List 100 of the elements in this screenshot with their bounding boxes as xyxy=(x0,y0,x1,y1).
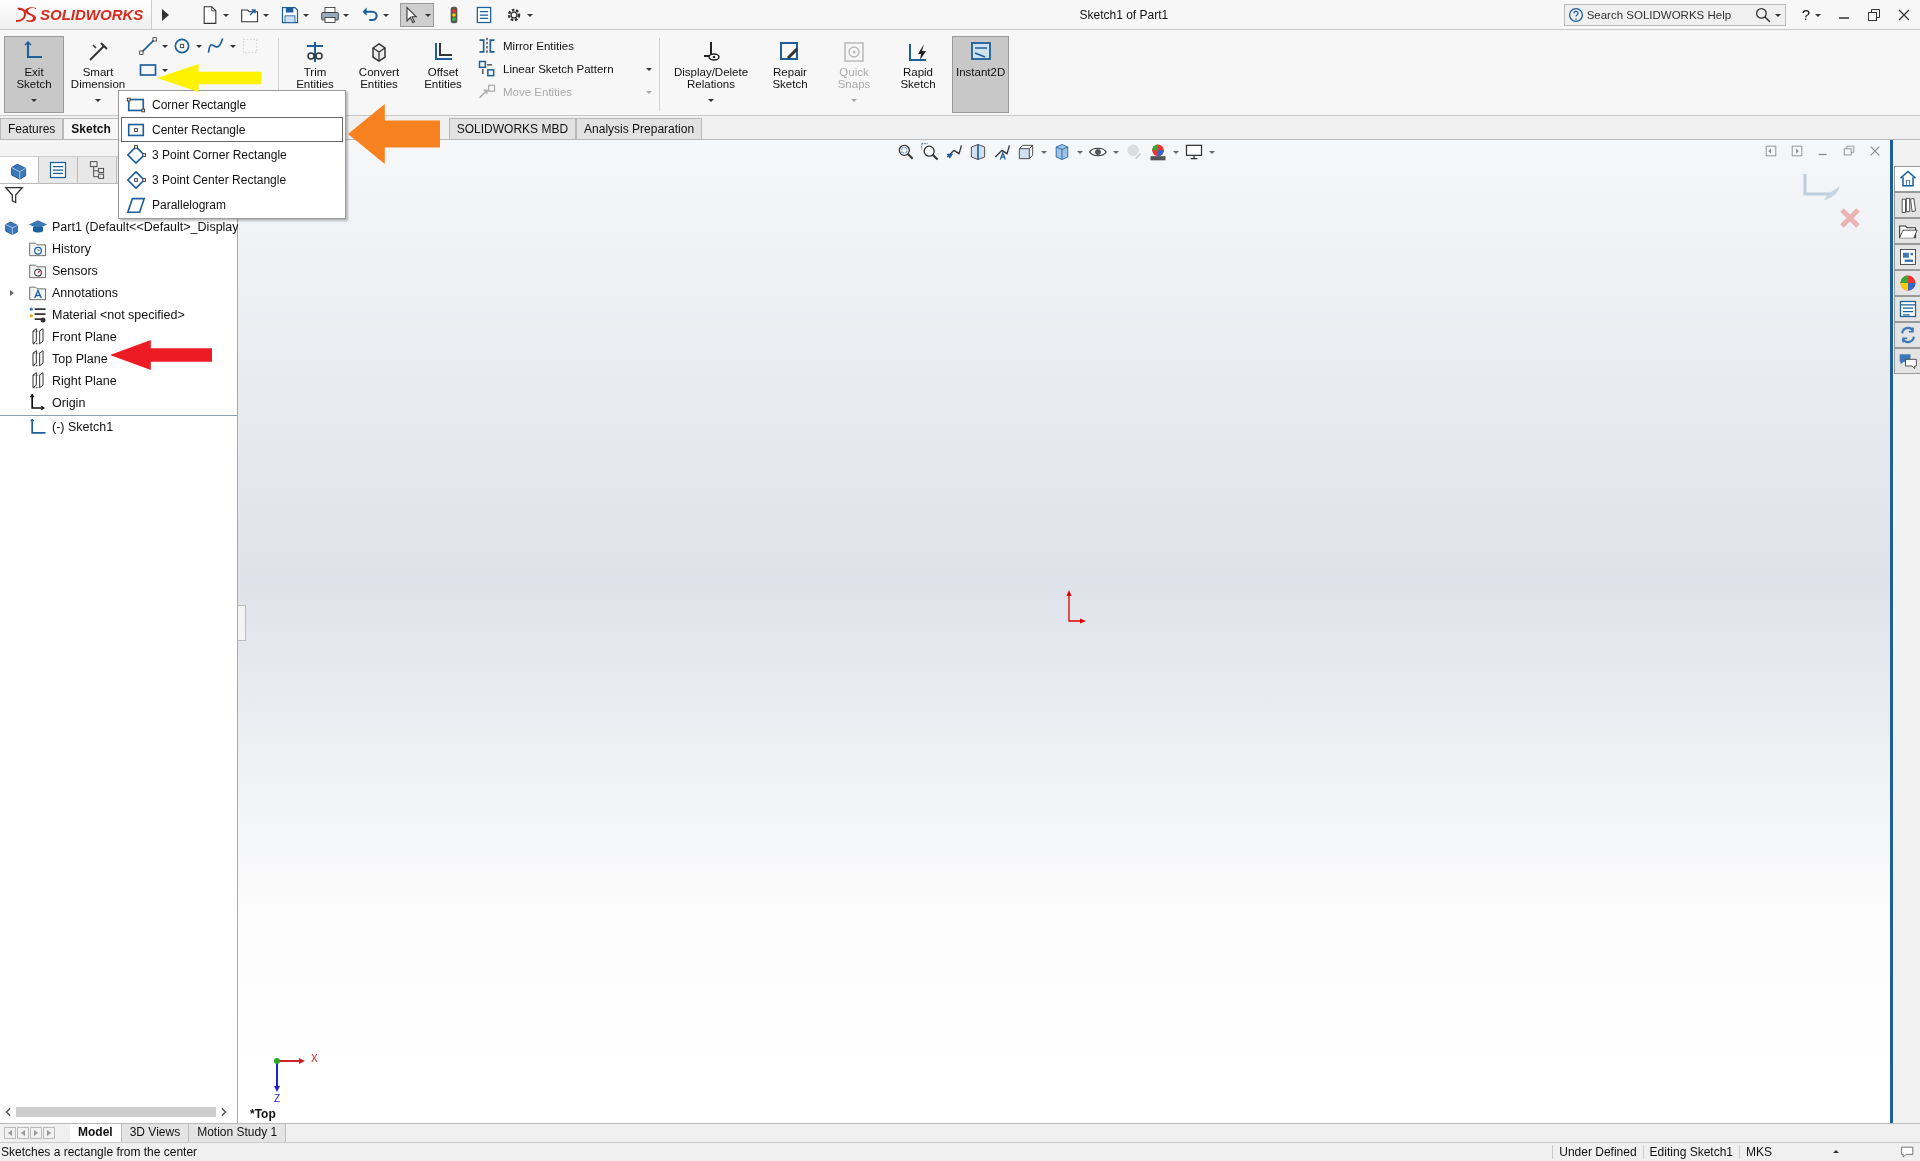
caret-icon[interactable] xyxy=(1076,148,1084,156)
command-tab[interactable]: Sketch xyxy=(63,118,119,139)
caret-icon[interactable] xyxy=(195,42,203,50)
scroll-right-icon[interactable] xyxy=(218,1107,228,1117)
tree-item[interactable]: Sensors xyxy=(52,264,98,278)
scene-icon[interactable] xyxy=(1148,142,1168,162)
dynamic-annotation-icon[interactable] xyxy=(992,142,1012,162)
help-button[interactable]: ? xyxy=(1801,6,1810,23)
tree-item[interactable]: Front Plane xyxy=(52,330,117,344)
caret-icon[interactable] xyxy=(645,65,653,73)
custom-properties-tab[interactable] xyxy=(1894,296,1920,322)
refresh-tab[interactable] xyxy=(1894,322,1920,348)
ribbon-button[interactable]: Offset Entities xyxy=(413,36,473,113)
tile-left-icon[interactable] xyxy=(1764,144,1778,158)
axis-label: X xyxy=(311,1053,318,1064)
help-circle-icon xyxy=(1567,6,1584,23)
tree-item[interactable]: Annotations xyxy=(52,286,119,300)
home-tab[interactable] xyxy=(1894,166,1920,192)
search-field[interactable]: Search SOLIDWORKS Help xyxy=(1563,3,1786,26)
snap-icon xyxy=(842,40,866,64)
status-field: MKS xyxy=(1739,1145,1802,1159)
filter-icon[interactable] xyxy=(4,185,24,205)
caret-icon[interactable] xyxy=(161,66,169,74)
forum-tab[interactable] xyxy=(1894,348,1920,374)
tree-item[interactable]: Origin xyxy=(52,396,86,410)
model-tab[interactable]: 3D Views xyxy=(121,1124,190,1142)
material-icon xyxy=(28,305,48,325)
manager-tab[interactable] xyxy=(0,157,39,183)
expand-menu-icon[interactable] xyxy=(160,7,170,22)
tree-item[interactable]: Material <not specified> xyxy=(52,308,185,322)
scroll-left-icon[interactable] xyxy=(4,1107,14,1117)
home-icon xyxy=(1897,169,1918,189)
custom-properties-icon xyxy=(1897,299,1918,319)
expand-icon[interactable] xyxy=(8,289,16,297)
ribbon-button[interactable]: Exit Sketch xyxy=(4,36,64,113)
tree-item[interactable]: (-) Sketch1 xyxy=(52,420,114,434)
chat-icon[interactable] xyxy=(1900,1144,1916,1160)
menu-item[interactable]: Center Rectangle xyxy=(121,117,343,142)
caret-icon[interactable] xyxy=(707,96,715,104)
zoom-area-icon[interactable] xyxy=(920,142,940,162)
diamond-icon xyxy=(126,144,146,165)
caret-up-icon[interactable] xyxy=(1832,1148,1840,1156)
tile-right-icon[interactable] xyxy=(1790,144,1804,158)
view-label: *Top xyxy=(250,1107,276,1121)
caret-icon[interactable] xyxy=(229,42,237,50)
status-message: Sketches a rectangle from the center xyxy=(1,1145,199,1159)
model-tab[interactable]: Model xyxy=(70,1124,122,1142)
axis-label: Z xyxy=(274,1093,281,1104)
view-orientation-icon[interactable] xyxy=(1016,142,1036,162)
caret-icon[interactable] xyxy=(1040,148,1048,156)
property-icon xyxy=(48,160,68,180)
save-icon[interactable] xyxy=(280,4,300,25)
command-tab[interactable]: Features xyxy=(0,118,64,139)
model-tab[interactable]: Motion Study 1 xyxy=(189,1124,287,1142)
caret-icon[interactable] xyxy=(30,96,38,104)
section-view-icon[interactable] xyxy=(968,142,988,162)
command-tab[interactable]: SOLIDWORKS MBD xyxy=(448,118,577,139)
caret-icon[interactable] xyxy=(1172,148,1180,156)
sketch-origin-icon xyxy=(1066,590,1086,624)
tree-item[interactable]: Right Plane xyxy=(52,374,117,388)
pattern-icon xyxy=(477,59,497,79)
zoom-fit-icon[interactable] xyxy=(896,142,916,162)
view-palette-icon xyxy=(1897,247,1918,267)
appearance-ball-tab[interactable] xyxy=(1894,270,1920,296)
options-list-icon[interactable] xyxy=(474,4,494,25)
caret-icon[interactable] xyxy=(1208,148,1216,156)
caret-icon[interactable] xyxy=(1112,148,1120,156)
logo-text: SOLIDWORKS xyxy=(40,6,144,23)
ribbon-button[interactable]: Display/Delete Relations xyxy=(666,36,756,113)
forum-icon xyxy=(1897,351,1918,371)
command-tab[interactable]: Analysis Preparation xyxy=(576,118,703,139)
ribbon-button[interactable]: Linear Sketch Pattern xyxy=(477,59,614,79)
status-field: Editing Sketch1 xyxy=(1642,1145,1739,1159)
printer-icon[interactable] xyxy=(320,4,340,25)
mirror-icon xyxy=(477,36,497,56)
splitter-handle[interactable] xyxy=(238,605,246,641)
tree-item[interactable]: History xyxy=(52,242,91,256)
status-field: Under Defined xyxy=(1552,1145,1643,1159)
view-palette-tab[interactable] xyxy=(1894,244,1920,270)
app-logo[interactable]: SOLIDWORKS xyxy=(0,0,152,29)
scrollbar-thumb[interactable] xyxy=(16,1107,216,1117)
ribbon-button[interactable]: Instant2D xyxy=(952,36,1010,113)
line-icon[interactable] xyxy=(138,36,158,56)
search-icon[interactable] xyxy=(1754,6,1771,23)
folder-tab[interactable] xyxy=(1894,218,1920,244)
ds-logo-icon xyxy=(14,4,38,25)
ribbon-button[interactable]: Convert Entities xyxy=(349,36,409,113)
tree-item[interactable]: Top Plane xyxy=(52,352,108,366)
ribbon-button[interactable]: Rapid Sketch xyxy=(888,36,948,113)
tree-item[interactable]: Part1 (Default<<Default>_Display xyxy=(52,220,239,234)
ribbon-button[interactable]: Repair Sketch xyxy=(760,36,820,113)
caret-icon[interactable] xyxy=(94,96,102,104)
spline-icon[interactable] xyxy=(206,36,226,56)
circle-icon[interactable] xyxy=(172,36,192,56)
restore-icon[interactable] xyxy=(1866,6,1882,23)
monitor-icon[interactable] xyxy=(1184,142,1204,162)
caret-icon[interactable] xyxy=(161,42,169,50)
window-title: Sketch1 of Part1 xyxy=(1079,7,1169,22)
library-tab[interactable] xyxy=(1894,192,1920,218)
ribbon-button[interactable]: Mirror Entities xyxy=(477,36,574,56)
